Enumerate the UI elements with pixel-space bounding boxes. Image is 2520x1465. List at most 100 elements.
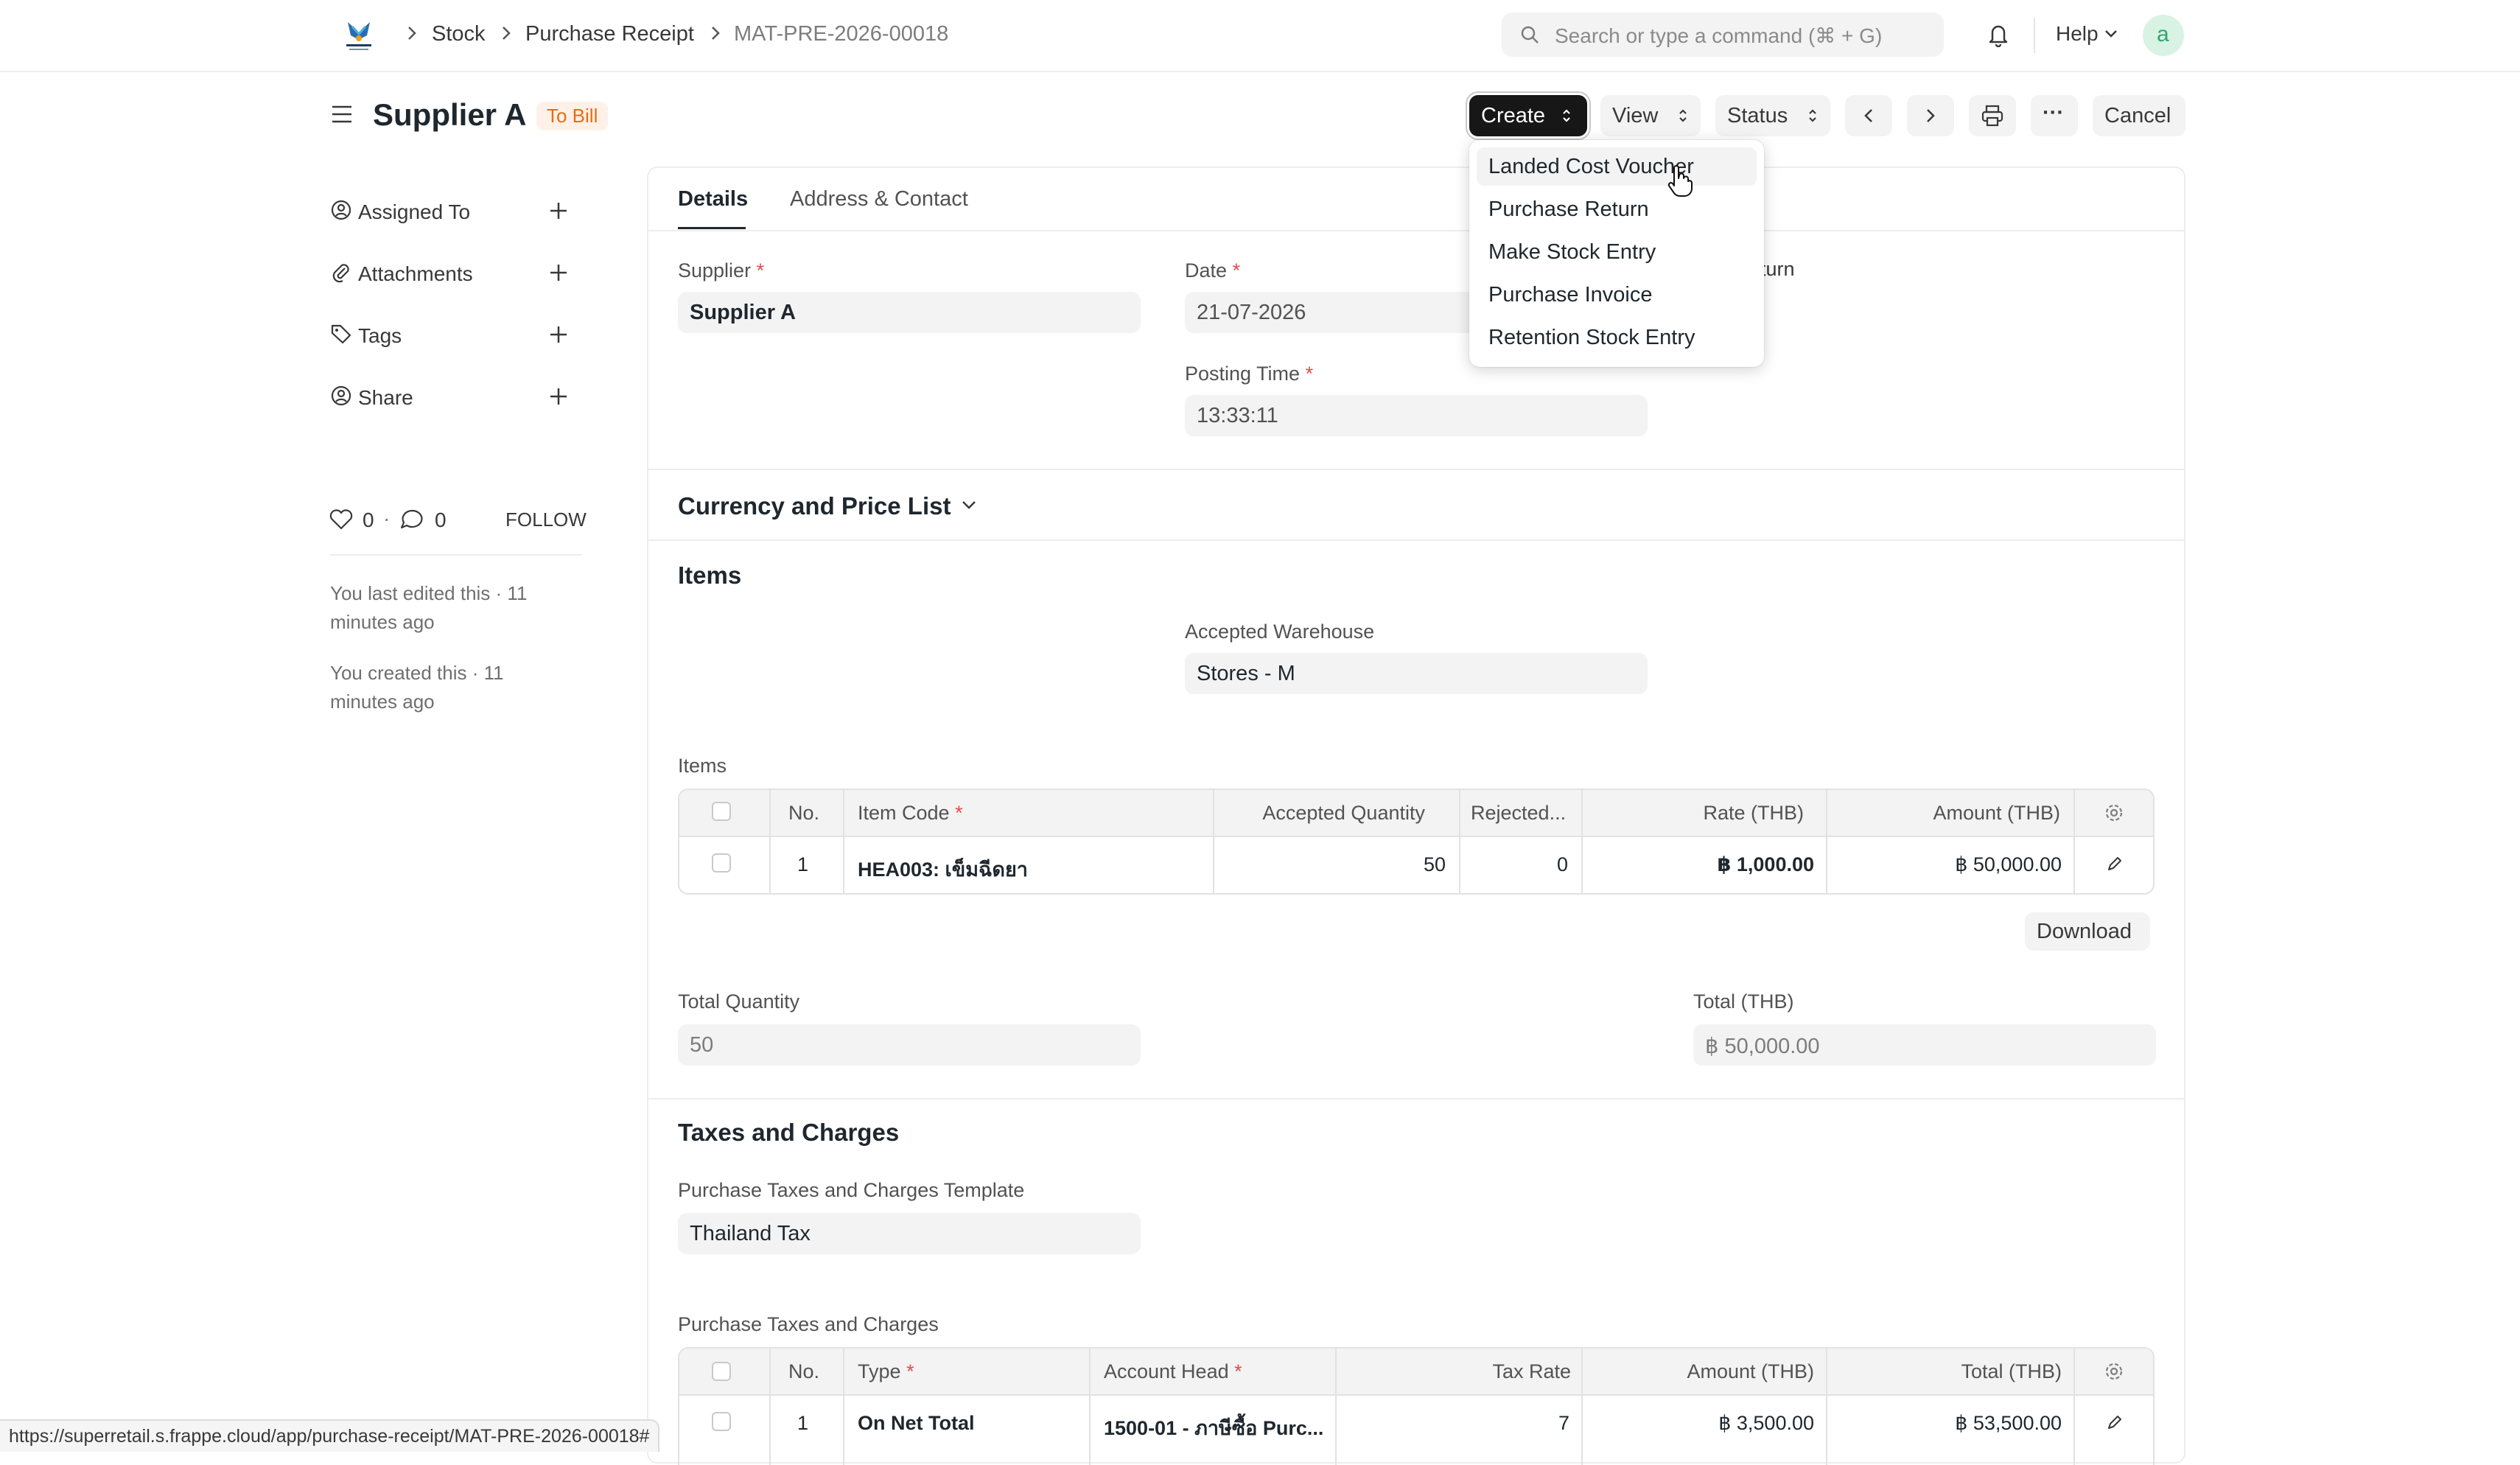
column-header: Amount (THB) [1933,802,2060,824]
tabs-divider [648,230,2184,231]
app-logo[interactable] [340,16,377,55]
activity-created: You created this · 11 minutes ago [330,662,504,713]
total-field: ฿ 50,000.00 [1693,1024,2156,1066]
sidebar-toggle-icon[interactable] [330,103,354,125]
row-number: 1 [797,1412,809,1434]
posting-time-label: Posting Time * [1185,363,1314,385]
sidebar-item-tags[interactable]: Tags [330,317,581,355]
tax-type-cell[interactable]: On Net Total [858,1412,975,1435]
status-button[interactable]: Status [1715,95,1830,136]
next-button[interactable] [1907,95,1954,136]
row-number: 1 [797,853,809,875]
select-all-checkbox[interactable] [712,1362,731,1381]
chevron-left-icon [1863,107,1875,125]
account-head-cell[interactable]: 1500-01 - ภาษีซื้อ Purc... [1104,1412,1323,1444]
rate-cell[interactable]: ฿ 1,000.00 [1718,853,1814,876]
item-code-cell[interactable]: HEA003: เข็มฉีดยา [858,853,1028,885]
date-label: Date * [1185,259,1241,282]
breadcrumb-stock[interactable]: Stock [432,22,486,46]
download-label: Download [2037,920,2132,943]
plus-icon[interactable] [548,386,569,407]
gear-icon[interactable] [2103,1360,2125,1382]
tax-template-field[interactable]: Thailand Tax [678,1213,1141,1254]
previous-button[interactable] [1845,95,1892,136]
sort-arrows-icon [1561,107,1572,125]
plus-icon[interactable] [548,262,569,283]
like-count: 0 [363,508,374,531]
currency-section-toggle[interactable]: Currency and Price List [678,492,951,520]
menu-item-make-stock-entry[interactable]: Make Stock Entry [1477,233,1757,271]
search-input[interactable]: Search or type a command (⌘ + G) [1502,13,1944,57]
cancel-label: Cancel [2104,104,2171,127]
more-icon: ··· [2043,101,2064,125]
menu-item-retention-stock-entry[interactable]: Retention Stock Entry [1477,318,1757,357]
sidebar-item-attachments[interactable]: Attachments [330,255,581,293]
column-header: No. [788,802,820,824]
sidebar-divider [330,554,582,556]
bell-icon[interactable] [1987,22,2010,47]
tax-template-label: Purchase Taxes and Charges Template [678,1179,1025,1201]
taxes-table-label: Purchase Taxes and Charges [678,1313,939,1335]
heart-icon[interactable] [329,508,354,531]
plus-icon[interactable] [548,200,569,221]
tag-icon [330,323,352,345]
status-bar-url: https://superretail.s.frappe.cloud/app/p… [0,1419,660,1452]
warehouse-field[interactable]: Stores - M [1185,653,1648,694]
user-add-icon [330,199,352,221]
amount-cell: ฿ 50,000.00 [1955,853,2062,875]
sidebar-item-share[interactable]: Share [330,379,581,417]
tax-total-cell: ฿ 53,500.00 [1955,1412,2062,1434]
active-tab-indicator [678,227,746,229]
follow-button[interactable]: FOLLOW [505,508,587,531]
help-button[interactable]: Help [2056,22,2099,46]
chevron-right-icon [1925,107,1936,125]
row-checkbox[interactable] [712,1412,731,1431]
menu-item-purchase-return[interactable]: Purchase Return [1477,190,1757,228]
chevron-right-icon [407,25,417,41]
create-button[interactable]: Create [1469,95,1587,136]
plus-icon[interactable] [548,324,569,345]
edit-icon[interactable] [2106,1413,2124,1431]
sidebar-item-label: Tags [358,324,402,347]
accepted-qty-cell[interactable]: 50 [1424,853,1446,876]
items-table-label: Items [678,755,727,777]
edit-icon[interactable] [2106,855,2124,873]
download-button[interactable]: Download [2025,912,2150,951]
tax-rate-cell[interactable]: 7 [1558,1412,1569,1435]
taxes-table: No. Type * Account Head * Tax Rate Amoun… [678,1347,2155,1465]
rejected-qty-cell[interactable]: 0 [1557,853,1568,876]
column-header: No. [788,1360,820,1382]
sort-arrows-icon [1807,107,1819,125]
more-button[interactable]: ··· [2031,95,2078,136]
column-header: Accepted Quantity [1262,802,1425,824]
section-divider [648,1098,2184,1099]
supplier-field[interactable]: Supplier A [678,292,1141,333]
print-button[interactable] [1969,95,2016,136]
items-table: No. Item Code * Accepted Quantity Reject… [678,789,2155,895]
table-row[interactable]: 1 On Net Total 1500-01 - ภาษีซื้อ Purc..… [679,1394,2153,1455]
avatar[interactable]: a [2143,15,2184,56]
breadcrumb-purchase-receipt[interactable]: Purchase Receipt [525,22,694,46]
section-divider [648,469,2184,470]
create-dropdown-menu: Landed Cost Voucher Purchase Return Make… [1469,140,1764,367]
cancel-button[interactable]: Cancel [2093,95,2185,136]
posting-time-field[interactable]: 13:33:11 [1185,395,1648,436]
chevron-down-icon[interactable] [961,500,977,510]
select-all-checkbox[interactable] [712,802,731,821]
row-checkbox[interactable] [712,853,731,873]
menu-item-purchase-invoice[interactable]: Purchase Invoice [1477,276,1757,314]
navbar: Stock Purchase Receipt MAT-PRE-2026-0001… [0,0,2520,72]
comment-icon[interactable] [399,508,424,531]
menu-item-landed-cost-voucher[interactable]: Landed Cost Voucher [1477,147,1757,186]
total-qty-label: Total Quantity [678,990,800,1013]
tab-details[interactable]: Details [678,187,748,211]
table-row[interactable]: 1 HEA003: เข็มฉีดยา 50 0 ฿ 1,000.00 ฿ 50… [679,836,2153,893]
help-label: Help [2056,22,2099,45]
chevron-right-icon [501,25,511,41]
view-button[interactable]: View [1600,95,1701,136]
sidebar-item-label: Attachments [358,262,473,285]
activity-last-edited: You last edited this · 11 minutes ago [330,582,528,633]
gear-icon[interactable] [2103,802,2125,824]
sidebar-item-assigned-to[interactable]: Assigned To [330,193,581,231]
tab-address-contact[interactable]: Address & Contact [790,187,968,211]
